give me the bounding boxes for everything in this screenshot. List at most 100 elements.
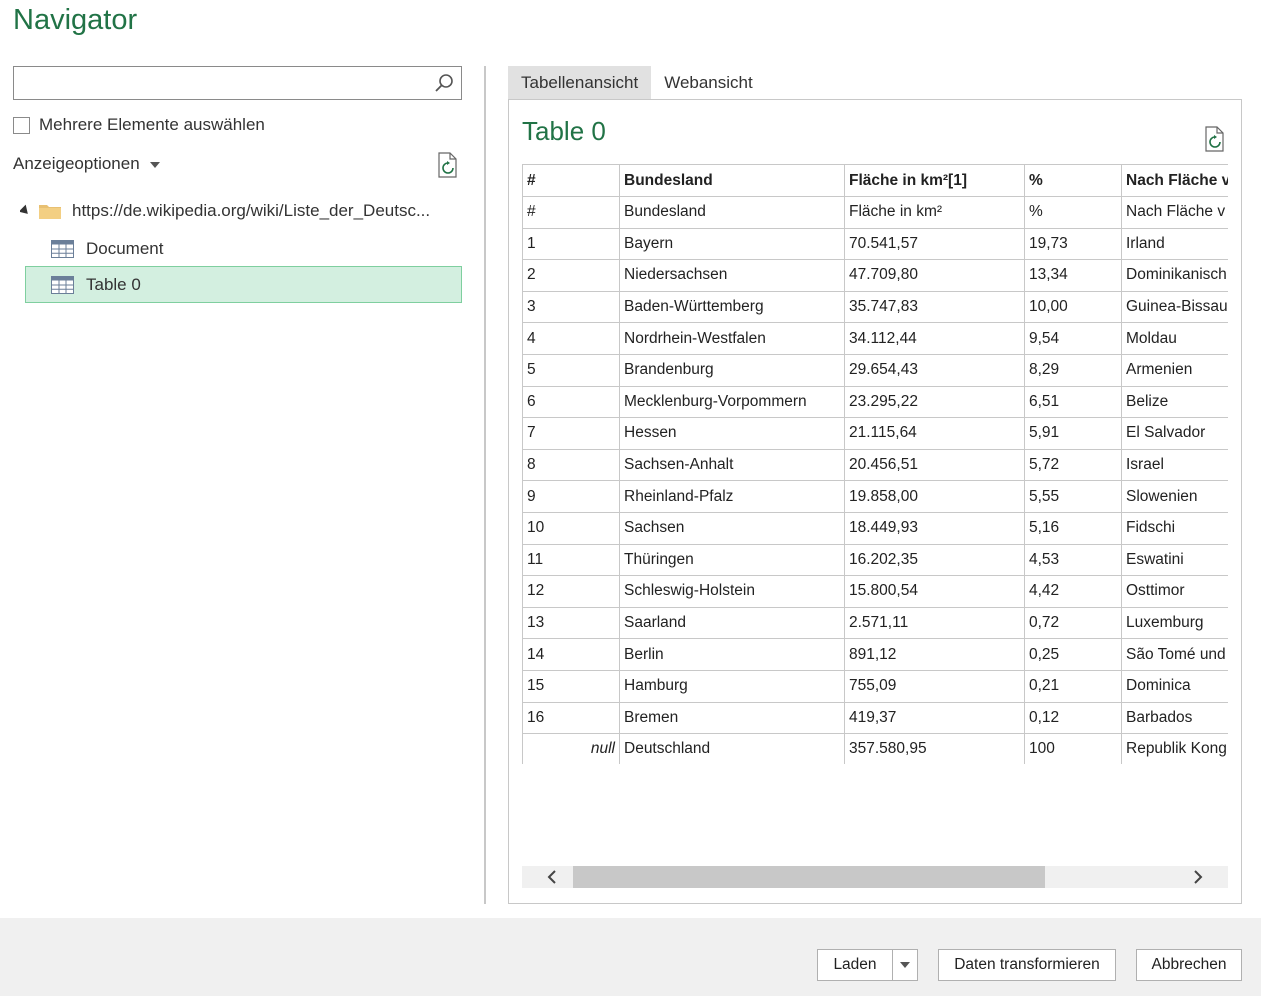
- search-icon[interactable]: [434, 73, 454, 93]
- table-cell: 16: [522, 701, 620, 735]
- table-cell: 8,29: [1024, 353, 1122, 387]
- table-cell: 1: [522, 227, 620, 261]
- table-cell: 2: [522, 259, 620, 292]
- column-header[interactable]: Fläche in km²[1]: [844, 164, 1025, 197]
- table-cell: Fläche in km²: [844, 196, 1025, 229]
- table-cell: Republik Kong: [1121, 733, 1228, 764]
- load-button[interactable]: Laden: [817, 949, 893, 981]
- table-icon: [51, 275, 74, 294]
- tree-item-document[interactable]: Document: [25, 230, 462, 267]
- table-cell: Baden-Württemberg: [619, 290, 845, 324]
- table-row: 16 Bremen 419,37 0,12 Barbados: [522, 701, 1228, 735]
- preview-table-viewport: # Bundesland Fläche in km²[1] % Nach Flä…: [522, 164, 1228, 764]
- column-header[interactable]: #: [522, 164, 620, 197]
- table-cell: Fidschi: [1121, 511, 1228, 545]
- table-cell: 19.858,00: [844, 480, 1025, 513]
- multi-select-checkbox[interactable]: [13, 116, 30, 134]
- table-cell: 8: [522, 448, 620, 482]
- tree-root-label: https://de.wikipedia.org/wiki/Liste_der_…: [72, 201, 431, 220]
- table-cell: 891,12: [844, 638, 1025, 671]
- table-cell: 35.747,83: [844, 290, 1025, 324]
- table-cell: Brandenburg: [619, 353, 845, 387]
- caret-down-icon: [900, 962, 910, 968]
- table-cell: Hamburg: [619, 669, 845, 703]
- table-cell: 13: [522, 606, 620, 640]
- table-cell: 357.580,95: [844, 733, 1025, 764]
- search-box[interactable]: [13, 66, 462, 100]
- table-cell: 6,51: [1024, 385, 1122, 419]
- table-row: 10 Sachsen 18.449,93 5,16 Fidschi: [522, 511, 1228, 545]
- preview-title: Table 0: [522, 116, 606, 146]
- table-cell: Rheinland-Pfalz: [619, 480, 845, 513]
- table-cell: Mecklenburg-Vorpommern: [619, 385, 845, 419]
- expand-triangle-icon[interactable]: [20, 204, 32, 218]
- horizontal-scrollbar[interactable]: [522, 866, 1228, 888]
- table-cell: Slowenien: [1121, 480, 1228, 513]
- refresh-icon[interactable]: [436, 151, 460, 179]
- table-row: 11 Thüringen 16.202,35 4,53 Eswatini: [522, 543, 1228, 577]
- table-cell: 15: [522, 669, 620, 703]
- table-cell: 9: [522, 480, 620, 513]
- multi-select-option[interactable]: Mehrere Elemente auswählen: [13, 115, 265, 135]
- table-cell: 5,55: [1024, 480, 1122, 513]
- column-header[interactable]: Bundesland: [619, 164, 845, 197]
- table-cell: Thüringen: [619, 543, 845, 577]
- tree-item-table-0[interactable]: Table 0: [25, 266, 462, 303]
- table-cell: 0,72: [1024, 606, 1122, 640]
- transform-data-button[interactable]: Daten transformieren: [938, 949, 1116, 981]
- table-row: # Bundesland Fläche in km²% Nach Fläche v: [522, 196, 1228, 229]
- table-cell: 2.571,11: [844, 606, 1025, 640]
- table-cell: 14: [522, 638, 620, 671]
- table-row: 8 Sachsen-Anhalt 20.456,51 5,72 Israel: [522, 448, 1228, 482]
- table-cell: 0,12: [1024, 701, 1122, 735]
- table-cell: 23.295,22: [844, 385, 1025, 419]
- table-cell: 5,16: [1024, 511, 1122, 545]
- table-row: 7 Hessen 21.115,64 5,91 El Salvador: [522, 417, 1228, 450]
- table-cell: null: [522, 733, 620, 764]
- table-cell: Deutschland: [619, 733, 845, 764]
- table-cell: 18.449,93: [844, 511, 1025, 545]
- table-row: 2 Niedersachsen 47.709,80 13,34 Dominikanisc…: [522, 259, 1228, 292]
- table-cell: 3: [522, 290, 620, 324]
- table-cell: 4,42: [1024, 575, 1122, 608]
- table-cell: Dominikanisch: [1121, 259, 1228, 292]
- chevron-left-icon[interactable]: [544, 869, 560, 885]
- table-cell: 6: [522, 385, 620, 419]
- tree-root-item[interactable]: https://de.wikipedia.org/wiki/Liste_der_…: [20, 198, 460, 224]
- view-tabs: Tabellenansicht Webansicht: [508, 66, 766, 99]
- table-cell: #: [522, 196, 620, 229]
- table-row: 5 Brandenburg 29.654,43 8,29 Armenien: [522, 353, 1228, 387]
- table-cell: 755,09: [844, 669, 1025, 703]
- table-cell: 12: [522, 575, 620, 608]
- table-cell: 10,00: [1024, 290, 1122, 324]
- table-cell: 4: [522, 322, 620, 355]
- scrollbar-thumb[interactable]: [573, 866, 1045, 888]
- column-header[interactable]: Nach Fläche v: [1121, 164, 1228, 197]
- tab-table-view[interactable]: Tabellenansicht: [508, 66, 652, 99]
- table-icon: [51, 239, 74, 258]
- table-cell: 5,72: [1024, 448, 1122, 482]
- load-options-button[interactable]: [892, 949, 918, 981]
- search-input[interactable]: [14, 67, 424, 99]
- dialog-footer: Laden Daten transformieren Abbrechen: [0, 918, 1261, 996]
- refresh-icon[interactable]: [1203, 125, 1227, 153]
- table-row: 12 Schleswig-Holstein 15.800,54 4,42 Osttimo…: [522, 575, 1228, 608]
- table-cell: El Salvador: [1121, 417, 1228, 450]
- tree-item-label: Document: [86, 238, 164, 258]
- folder-icon: [39, 205, 61, 219]
- display-options-dropdown[interactable]: Anzeigeoptionen: [13, 154, 160, 174]
- table-cell: Hessen: [619, 417, 845, 450]
- tab-web-view[interactable]: Webansicht: [651, 66, 766, 99]
- chevron-right-icon[interactable]: [1190, 869, 1206, 885]
- table-cell: Schleswig-Holstein: [619, 575, 845, 608]
- cancel-button[interactable]: Abbrechen: [1136, 949, 1242, 981]
- column-header[interactable]: %: [1024, 164, 1122, 197]
- table-cell: 5,91: [1024, 417, 1122, 450]
- table-cell: 47.709,80: [844, 259, 1025, 292]
- table-cell: 19,73: [1024, 227, 1122, 261]
- table-cell: 9,54: [1024, 322, 1122, 355]
- table-cell: Bremen: [619, 701, 845, 735]
- tree-item-label: Table 0: [86, 274, 141, 294]
- table-row: 6 Mecklenburg-Vorpommern 23.295,22 6,51 Beli…: [522, 385, 1228, 419]
- pane-divider[interactable]: [484, 66, 486, 904]
